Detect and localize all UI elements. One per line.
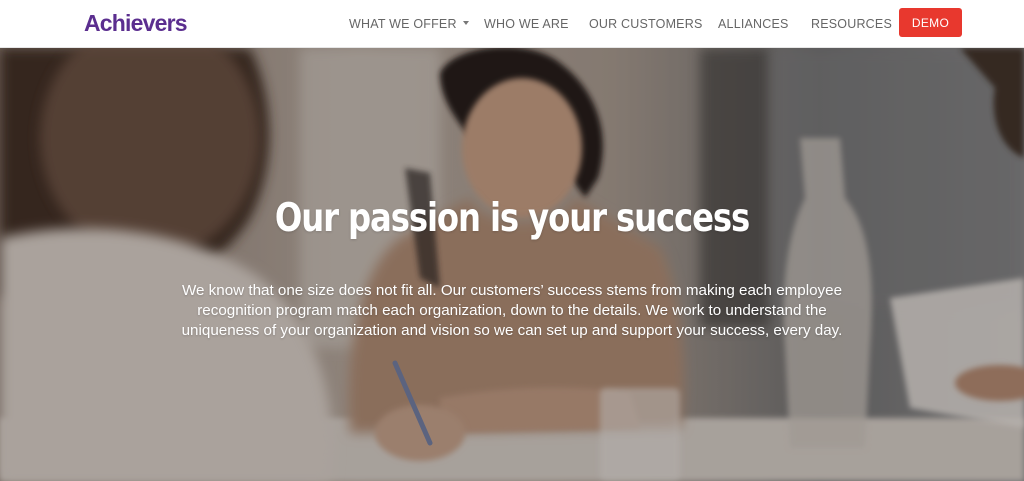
nav-item-what-we-offer[interactable]: WHAT WE OFFER [349, 0, 469, 48]
hero-description: We know that one size does not fit all. … [181, 282, 843, 339]
nav-item-label: RESOURCES [811, 17, 892, 31]
nav-item-alliances[interactable]: ALLIANCES [718, 0, 789, 48]
nav-item-who-we-are[interactable]: WHO WE ARE [484, 0, 569, 48]
nav-item-label: OUR CUSTOMERS [589, 17, 703, 31]
nav-item-label: WHO WE ARE [484, 17, 569, 31]
caret-down-icon [462, 21, 469, 25]
hero-section: Our passion is your success We know that… [0, 48, 1024, 481]
top-navigation-bar: Achievers WHAT WE OFFER WHO WE ARE OUR C… [0, 0, 1024, 48]
hero-title: Our passion is your success [274, 196, 750, 241]
demo-button[interactable]: DEMO [899, 8, 962, 37]
achievers-logo[interactable]: Achievers [84, 10, 188, 37]
nav-item-resources[interactable]: RESOURCES [811, 0, 892, 48]
nav-item-label: WHAT WE OFFER [349, 17, 457, 31]
nav-item-label: ALLIANCES [718, 17, 789, 31]
nav-item-our-customers[interactable]: OUR CUSTOMERS [589, 0, 703, 48]
hero-dark-overlay [0, 48, 1024, 481]
